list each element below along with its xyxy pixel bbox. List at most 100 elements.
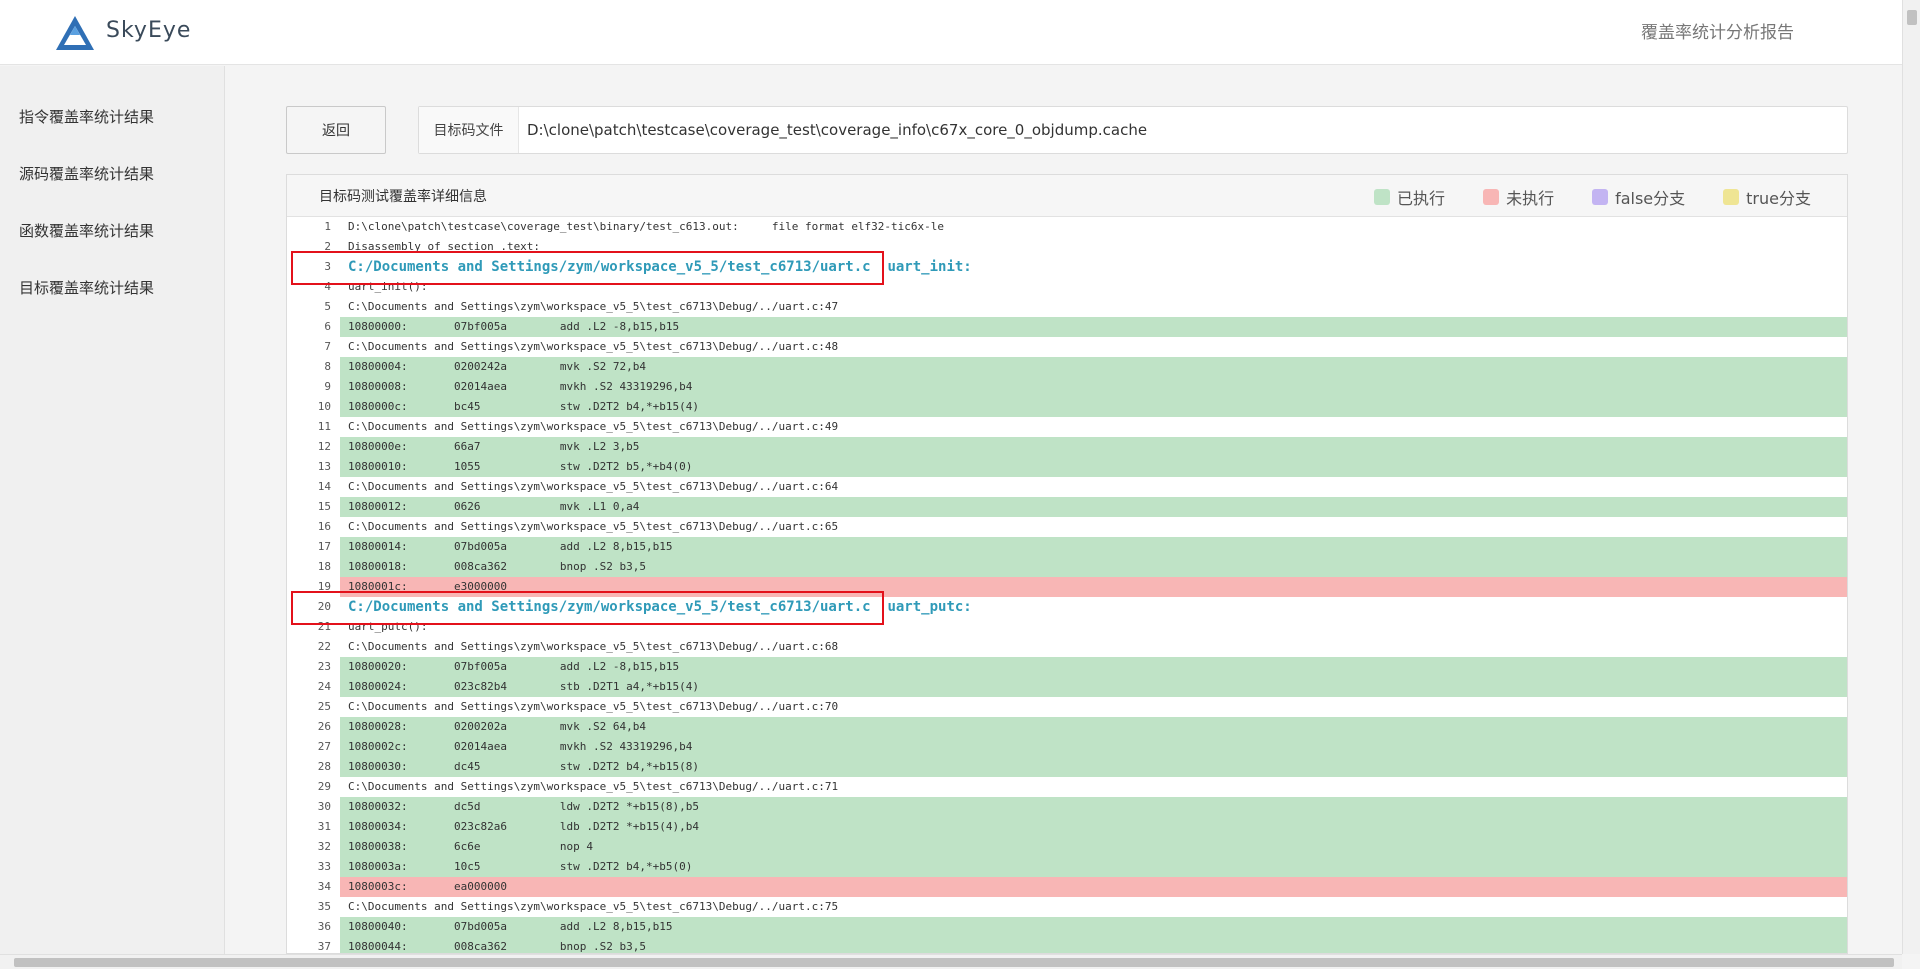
line-text: 10800014: 07bd005a add .L2 8,b15,b15 (340, 537, 1847, 557)
horizontal-scrollbar[interactable] (0, 954, 1902, 969)
line-text: uart_init(): (348, 280, 428, 293)
code-listing: 1 D:\clone\patch\testcase\coverage_test\b… (287, 217, 1847, 953)
line-text: C:\Documents and Settings\zym\workspace_… (348, 300, 839, 313)
line-text: C:\Documents and Settings\zym\workspace_… (348, 640, 839, 653)
sidebar-item-function-coverage[interactable]: 函数覆盖率统计结果 (0, 203, 224, 260)
code-line: 14 C:\Documents and Settings\zym\workspac… (287, 477, 1847, 497)
code-line: 8 10800004: 0200242a mvk .S2 72,b4 (287, 357, 1847, 377)
function-header-line: 20 C:/Documents and Settings/zym/workspac… (287, 597, 1847, 617)
sidebar-item-source-coverage[interactable]: 源码覆盖率统计结果 (0, 146, 224, 203)
code-line: 26 10800028: 0200202a mvk .S2 64,b4 (287, 717, 1847, 737)
legend-label: true分支 (1746, 189, 1811, 208)
code-line: 19 1080001c: e3000000 (287, 577, 1847, 597)
line-text: 10800012: 0626 mvk .L1 0,a4 (340, 497, 1847, 517)
line-text: 1080003a: 10c5 stw .D2T2 b4,*+b5(0) (340, 857, 1847, 877)
sidebar-item-object-coverage[interactable]: 目标覆盖率统计结果 (0, 260, 224, 317)
line-number: 19 (317, 580, 331, 593)
line-text: Disassembly of section .text: (348, 240, 541, 253)
code-line: 2 Disassembly of section .text: (287, 237, 1847, 257)
vertical-scrollbar-thumb[interactable] (1907, 10, 1917, 25)
line-number: 10 (317, 400, 331, 413)
line-text: 1080002c: 02014aea mvkh .S2 43319296,b4 (340, 737, 1847, 757)
line-number: 35 (317, 900, 331, 913)
line-text: 10800038: 6c6e nop 4 (340, 837, 1847, 857)
line-text: 10800000: 07bf005a add .L2 -8,b15,b15 (340, 317, 1847, 337)
line-number: 17 (317, 540, 331, 553)
sidebar-item-instruction-coverage[interactable]: 指令覆盖率统计结果 (0, 89, 224, 146)
line-number: 28 (317, 760, 331, 773)
code-line: 21 uart_putc(): (287, 617, 1847, 637)
line-number: 1 (324, 220, 331, 233)
code-line: 22 C:\Documents and Settings\zym\workspac… (287, 637, 1847, 657)
panel-title: 目标码测试覆盖率详细信息 (319, 189, 487, 205)
line-number: 2 (324, 240, 331, 253)
line-number: 5 (324, 300, 331, 313)
sidebar: 指令覆盖率统计结果 源码覆盖率统计结果 函数覆盖率统计结果 目标覆盖率统计结果 (0, 66, 225, 954)
line-text: C:/Documents and Settings/zym/workspace_… (348, 259, 972, 275)
line-number: 3 (324, 260, 331, 273)
legend-label: 已执行 (1397, 189, 1446, 208)
line-text: C:\Documents and Settings\zym\workspace_… (348, 780, 839, 793)
line-text: 10800044: 008ca362 bnop .S2 b3,5 (340, 937, 1847, 953)
code-line: 33 1080003a: 10c5 stw .D2T2 b4,*+b5(0) (287, 857, 1847, 877)
code-line: 5 C:\Documents and Settings\zym\workspace… (287, 297, 1847, 317)
line-number: 33 (317, 860, 331, 873)
legend-swatch-false-branch (1592, 189, 1609, 205)
code-line: 37 10800044: 008ca362 bnop .S2 b3,5 (287, 937, 1847, 953)
code-line: 13 10800010: 1055 stw .D2T2 b5,*+b4(0) (287, 457, 1847, 477)
top-bar: SkyEye 覆盖率统计分析报告 (0, 0, 1902, 65)
code-line: 16 C:\Documents and Settings\zym\workspac… (287, 517, 1847, 537)
code-line: 27 1080002c: 02014aea mvkh .S2 43319296,b… (287, 737, 1847, 757)
line-number: 9 (324, 380, 331, 393)
code-line: 29 C:\Documents and Settings\zym\workspac… (287, 777, 1847, 797)
legend-executed: 已执行 (1374, 185, 1445, 209)
line-number: 36 (317, 920, 331, 933)
code-line: 15 10800012: 0626 mvk .L1 0,a4 (287, 497, 1847, 517)
line-text: C:\Documents and Settings\zym\workspace_… (348, 480, 839, 493)
legend-not-executed: 未执行 (1483, 185, 1554, 209)
code-line: 7 C:\Documents and Settings\zym\workspace… (287, 337, 1847, 357)
code-line: 9 10800008: 02014aea mvkh .S2 43319296,b4 (287, 377, 1847, 397)
line-text: 10800028: 0200202a mvk .S2 64,b4 (340, 717, 1847, 737)
line-text: 10800004: 0200242a mvk .S2 72,b4 (340, 357, 1847, 377)
legend-swatch-executed (1374, 189, 1391, 205)
code-line: 17 10800014: 07bd005a add .L2 8,b15,b15 (287, 537, 1847, 557)
line-number: 8 (324, 360, 331, 373)
line-text: 1080003c: ea000000 (340, 877, 1847, 897)
line-text: 10800040: 07bd005a add .L2 8,b15,b15 (340, 917, 1847, 937)
line-number: 27 (317, 740, 331, 753)
code-line: 34 1080003c: ea000000 (287, 877, 1847, 897)
line-text: 10800034: 023c82a6 ldb .D2T2 *+b15(4),b4 (340, 817, 1847, 837)
line-text: D:\clone\patch\testcase\coverage_test\bi… (348, 220, 945, 233)
horizontal-scrollbar-thumb[interactable] (14, 958, 1894, 967)
line-number: 20 (317, 600, 331, 613)
panel-header: 目标码测试覆盖率详细信息 已执行 未执行 false分支 true分支 (287, 175, 1847, 217)
code-line: 25 C:\Documents and Settings\zym\workspac… (287, 697, 1847, 717)
line-number: 6 (324, 320, 331, 333)
function-header-line: 3 C:/Documents and Settings/zym/workspace… (287, 257, 1847, 277)
vertical-scrollbar[interactable] (1902, 0, 1920, 954)
line-number: 31 (317, 820, 331, 833)
line-number: 23 (317, 660, 331, 673)
line-text: 10800030: dc45 stw .D2T2 b4,*+b15(8) (340, 757, 1847, 777)
line-number: 26 (317, 720, 331, 733)
line-number: 32 (317, 840, 331, 853)
line-text: 10800018: 008ca362 bnop .S2 b3,5 (340, 557, 1847, 577)
line-text: C:\Documents and Settings\zym\workspace_… (348, 900, 839, 913)
line-number: 24 (317, 680, 331, 693)
line-number: 29 (317, 780, 331, 793)
code-line: 1 D:\clone\patch\testcase\coverage_test\b… (287, 217, 1847, 237)
line-number: 16 (317, 520, 331, 533)
coverage-detail-panel: 目标码测试覆盖率详细信息 已执行 未执行 false分支 true分支 1 D:… (286, 174, 1848, 954)
code-line: 12 1080000e: 66a7 mvk .L2 3,b5 (287, 437, 1847, 457)
back-button[interactable]: 返回 (286, 106, 386, 154)
object-file-path: D:\clone\patch\testcase\coverage_test\co… (527, 121, 1148, 139)
line-number: 15 (317, 500, 331, 513)
line-text: 1080000e: 66a7 mvk .L2 3,b5 (340, 437, 1847, 457)
line-number: 12 (317, 440, 331, 453)
code-line: 6 10800000: 07bf005a add .L2 -8,b15,b15 (287, 317, 1847, 337)
object-file-field: 目标码文件 D:\clone\patch\testcase\coverage_t… (418, 106, 1848, 154)
code-line: 23 10800020: 07bf005a add .L2 -8,b15,b15 (287, 657, 1847, 677)
line-text: 1080000c: bc45 stw .D2T2 b4,*+b15(4) (340, 397, 1847, 417)
legend-true-branch: true分支 (1723, 185, 1811, 209)
